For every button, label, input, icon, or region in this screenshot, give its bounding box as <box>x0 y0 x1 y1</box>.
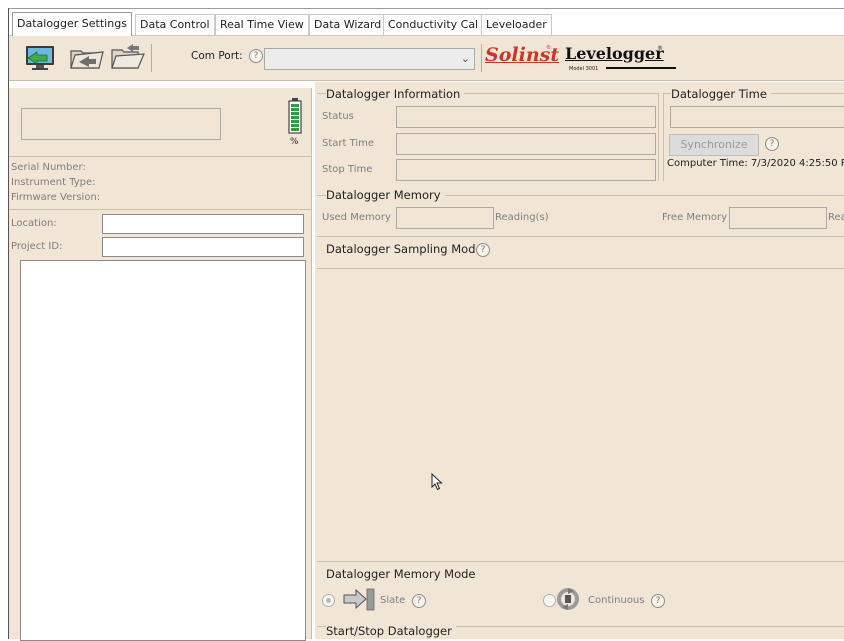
solinst-trademark: ® <box>546 45 551 51</box>
toolbar-separator <box>151 44 152 72</box>
left-panel: % Serial Number: Instrument Type: Firmwa… <box>9 88 312 641</box>
location-label: Location: <box>11 218 57 229</box>
location-input[interactable] <box>102 214 304 234</box>
slate-icon <box>342 586 376 615</box>
slate-label: Slate <box>380 595 406 606</box>
stop-time-display <box>396 159 656 181</box>
continuous-icon <box>555 587 581 614</box>
synchronize-button[interactable]: Synchronize <box>669 134 759 156</box>
synchronize-help-icon[interactable]: ? <box>765 137 779 151</box>
tab-data-control[interactable]: Data Control <box>135 14 215 35</box>
com-port-label: Com Port: <box>191 50 243 62</box>
mouse-cursor-icon <box>431 472 443 494</box>
start-time-label: Start Time <box>322 138 375 149</box>
divider <box>317 268 844 269</box>
com-port-select[interactable]: ⌄ <box>264 48 475 70</box>
free-memory-display <box>729 207 827 229</box>
tab-datalogger-settings[interactable]: Datalogger Settings <box>12 12 132 36</box>
retrieve-settings-icon[interactable] <box>23 42 59 72</box>
project-id-label: Project ID: <box>11 241 63 252</box>
datalogger-information-title: Datalogger Information <box>326 87 465 101</box>
notes-textarea[interactable] <box>20 260 306 641</box>
used-memory-label: Used Memory <box>322 212 391 223</box>
start-time-display <box>396 133 656 155</box>
continuous-help-icon[interactable]: ? <box>651 594 665 608</box>
group-border <box>663 93 664 181</box>
right-panel: Datalogger Information Status Start Time… <box>315 82 844 639</box>
levelogger-model: Model 3001 <box>569 66 599 72</box>
divider <box>9 209 311 210</box>
slate-radio[interactable] <box>322 594 335 607</box>
slate-help-icon[interactable]: ? <box>412 594 426 608</box>
tab-bar: Datalogger Settings Data Control Real Ti… <box>9 9 844 36</box>
serial-number-label: Serial Number: <box>11 162 86 173</box>
datalogger-name-display <box>21 108 221 140</box>
tab-conductivity-cal[interactable]: Conductivity Cal <box>383 14 484 35</box>
project-id-input[interactable] <box>102 237 304 257</box>
levelogger-logo: Levelogger <box>565 44 664 63</box>
firmware-version-label: Firmware Version: <box>11 192 101 203</box>
battery-unit: % <box>290 137 299 147</box>
save-settings-icon[interactable] <box>69 42 105 72</box>
status-display <box>396 106 656 128</box>
used-memory-display <box>396 207 494 229</box>
levelogger-trademark: ® <box>657 45 663 52</box>
tab-real-time-view[interactable]: Real Time View <box>215 14 309 35</box>
continuous-label: Continuous <box>588 595 645 606</box>
group-border <box>658 93 659 181</box>
status-label: Status <box>322 111 354 122</box>
divider <box>9 156 311 157</box>
battery-icon <box>288 98 302 137</box>
datalogger-memory-title: Datalogger Memory <box>326 188 445 202</box>
tab-data-wizard[interactable]: Data Wizard <box>309 14 387 35</box>
datalogger-time-title: Datalogger Time <box>671 87 771 101</box>
free-memory-label: Free Memory <box>662 212 728 223</box>
toolbar-separator <box>481 44 482 72</box>
free-readings-label: Reading(s) <box>828 212 844 223</box>
open-file-icon[interactable] <box>109 42 145 72</box>
stop-time-label: Stop Time <box>322 164 373 175</box>
levelogger-logo-underline <box>606 67 676 69</box>
used-readings-label: Reading(s) <box>495 212 549 223</box>
chevron-down-icon: ⌄ <box>460 52 470 65</box>
sampling-mode-help-icon[interactable]: ? <box>476 243 490 257</box>
computer-time-text: Computer Time: 7/3/2020 4:25:50 PM <box>667 158 844 169</box>
instrument-type-label: Instrument Type: <box>11 177 96 188</box>
divider <box>317 561 844 562</box>
tab-leveloader[interactable]: Leveloader <box>481 14 552 35</box>
toolbar: Com Port: ? ⌄ Solinst ® Levelogger ® Mod… <box>9 36 844 81</box>
com-port-help-icon[interactable]: ? <box>249 49 263 63</box>
sampling-mode-title: Datalogger Sampling Mode <box>326 242 487 256</box>
start-stop-title: Start/Stop Datalogger <box>326 624 456 638</box>
datalogger-time-display <box>670 106 844 128</box>
divider <box>317 236 844 237</box>
